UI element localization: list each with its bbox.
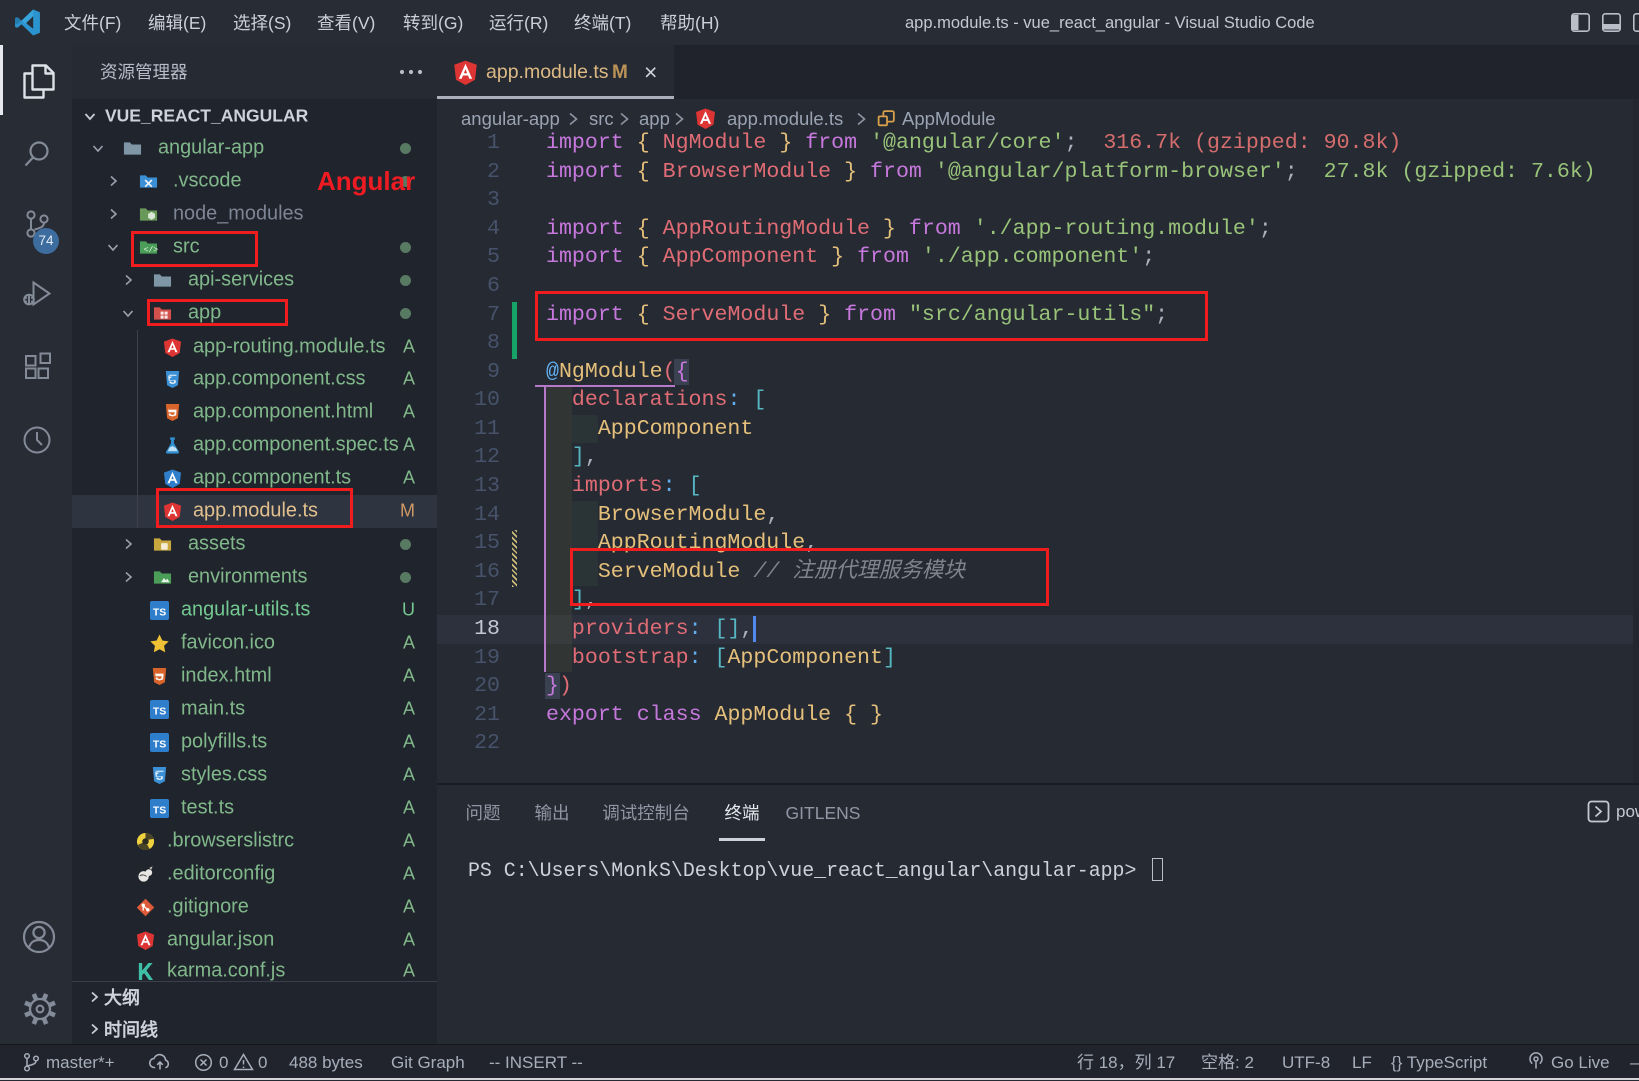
svg-text:TS: TS (152, 607, 165, 618)
svg-text:TS: TS (152, 739, 165, 750)
svg-text:TS: TS (152, 706, 165, 717)
svg-text:TS: TS (152, 805, 165, 816)
